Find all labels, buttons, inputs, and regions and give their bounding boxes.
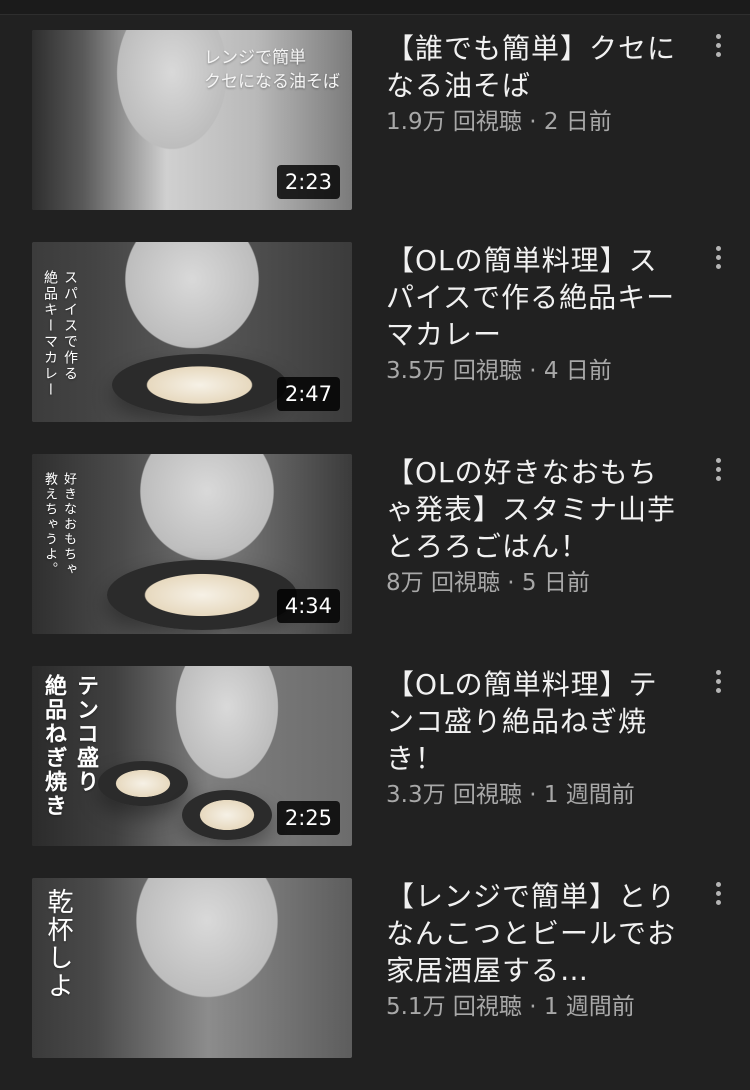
video-thumbnail[interactable]: スパイスで作る 絶品キーマカレー 2:47	[32, 242, 352, 422]
thumbnail-overlay-text: 好きなおもちゃ 教えちゃうよ。	[42, 472, 76, 577]
video-thumbnail[interactable]: テンコ盛り 絶品ねぎ焼き 2:25	[32, 666, 352, 846]
thumbnail-overlay-text: テンコ盛り 絶品ねぎ焼き	[41, 674, 99, 818]
video-info: 【誰でも簡単】クセになる油そば 1.9万 回視聴 · 2 日前	[386, 30, 686, 138]
upload-age: 1 週間前	[543, 782, 635, 808]
video-meta: 3.3万 回視聴 · 1 週間前	[386, 779, 686, 811]
thumbnail-overlay-text: 乾杯しよ	[43, 888, 73, 1000]
video-item[interactable]: レンジで簡単 クセになる油そば 2:23 【誰でも簡単】クセになる油そば 1.9…	[0, 30, 750, 242]
upload-age: 1 週間前	[543, 994, 635, 1020]
view-count: 3.3万 回視聴	[386, 782, 522, 808]
video-thumbnail[interactable]: 好きなおもちゃ 教えちゃうよ。 4:34	[32, 454, 352, 634]
top-divider	[0, 0, 750, 15]
more-options-icon[interactable]	[708, 458, 728, 488]
video-info: 【OLの簡単料理】テンコ盛り絶品ねぎ焼き！ 3.3万 回視聴 · 1 週間前	[386, 666, 686, 811]
video-info: 【OLの好きなおもちゃ発表】スタミナ山芋とろろごはん！ 8万 回視聴 · 5 日…	[386, 454, 686, 599]
view-count: 8万 回視聴	[386, 570, 500, 596]
upload-age: 5 日前	[521, 570, 590, 596]
plate	[98, 761, 188, 806]
more-options-icon[interactable]	[708, 246, 728, 276]
video-info: 【レンジで簡単】とりなんこつとビールでお家居酒屋する… 5.1万 回視聴 · 1…	[386, 878, 686, 1023]
video-title[interactable]: 【誰でも簡単】クセになる油そば	[386, 30, 686, 104]
video-thumbnail[interactable]: レンジで簡単 クセになる油そば 2:23	[32, 30, 352, 210]
view-count: 1.9万 回視聴	[386, 109, 522, 135]
video-list: レンジで簡単 クセになる油そば 2:23 【誰でも簡単】クセになる油そば 1.9…	[0, 30, 750, 1090]
video-meta: 1.9万 回視聴 · 2 日前	[386, 106, 686, 138]
meta-separator: ·	[529, 358, 537, 384]
video-duration: 2:25	[276, 801, 340, 835]
view-count: 3.5万 回視聴	[386, 358, 522, 384]
thumbnail-overlay-text: スパイスで作る 絶品キーマカレー	[42, 270, 78, 398]
more-options-icon[interactable]	[708, 670, 728, 700]
video-meta: 8万 回視聴 · 5 日前	[386, 567, 686, 599]
video-item[interactable]: テンコ盛り 絶品ねぎ焼き 2:25 【OLの簡単料理】テンコ盛り絶品ねぎ焼き！ …	[0, 666, 750, 878]
video-item[interactable]: 乾杯しよ 【レンジで簡単】とりなんこつとビールでお家居酒屋する… 5.1万 回視…	[0, 878, 750, 1090]
video-duration: 2:47	[276, 377, 340, 411]
video-title[interactable]: 【レンジで簡単】とりなんこつとビールでお家居酒屋する…	[386, 878, 686, 989]
meta-separator: ·	[529, 109, 537, 135]
view-count: 5.1万 回視聴	[386, 994, 522, 1020]
video-duration: 4:34	[276, 589, 340, 623]
more-options-icon[interactable]	[708, 34, 728, 64]
video-title[interactable]: 【OLの好きなおもちゃ発表】スタミナ山芋とろろごはん！	[386, 454, 686, 565]
meta-separator: ·	[507, 570, 515, 596]
video-title[interactable]: 【OLの簡単料理】テンコ盛り絶品ねぎ焼き！	[386, 666, 686, 777]
video-item[interactable]: スパイスで作る 絶品キーマカレー 2:47 【OLの簡単料理】スパイスで作る絶品…	[0, 242, 750, 454]
plate	[112, 354, 287, 416]
video-title[interactable]: 【OLの簡単料理】スパイスで作る絶品キーマカレー	[386, 242, 686, 353]
person-silhouette	[107, 242, 277, 367]
more-options-icon[interactable]	[708, 882, 728, 912]
thumbnail-overlay-text: レンジで簡単 クセになる油そば	[204, 48, 340, 92]
upload-age: 2 日前	[543, 109, 612, 135]
video-item[interactable]: 好きなおもちゃ 教えちゃうよ。 4:34 【OLの好きなおもちゃ発表】スタミナ山…	[0, 454, 750, 666]
plate	[107, 560, 297, 630]
video-info: 【OLの簡単料理】スパイスで作る絶品キーマカレー 3.5万 回視聴 · 4 日前	[386, 242, 686, 387]
meta-separator: ·	[529, 782, 537, 808]
plate	[182, 790, 272, 840]
person-silhouette	[117, 878, 297, 1018]
video-meta: 5.1万 回視聴 · 1 週間前	[386, 991, 686, 1023]
upload-age: 4 日前	[543, 358, 612, 384]
video-thumbnail[interactable]: 乾杯しよ	[32, 878, 352, 1058]
video-meta: 3.5万 回視聴 · 4 日前	[386, 355, 686, 387]
video-duration: 2:23	[276, 165, 340, 199]
meta-separator: ·	[529, 994, 537, 1020]
